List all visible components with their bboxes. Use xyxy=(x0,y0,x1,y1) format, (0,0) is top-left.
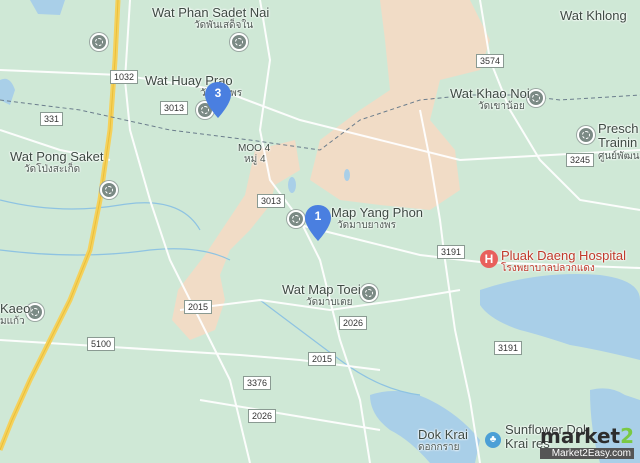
place-label-moo-4[interactable]: MOO 4 หมู่ 4 xyxy=(238,143,270,165)
road-shield: 1032 xyxy=(110,70,139,84)
place-label-wat-phan-sadet-nai[interactable]: Wat Phan Sadet Nai วัดพันเสด็จใน xyxy=(152,5,269,31)
road-shield: 2015 xyxy=(184,300,213,314)
temple-icon[interactable] xyxy=(360,284,378,302)
brand-watermark: market2 Market2Easy.com xyxy=(539,424,634,459)
temple-icon[interactable] xyxy=(230,33,248,51)
place-label-wat-pong-saket[interactable]: Wat Pong Saket วัดโป่งสะเก็ด xyxy=(10,149,103,175)
road-shield: 3574 xyxy=(476,54,505,68)
road-shield: 3013 xyxy=(257,194,286,208)
pond-east xyxy=(344,169,350,181)
road-shield: 3013 xyxy=(160,101,189,115)
road-shield: 2015 xyxy=(308,352,337,366)
resort-icon[interactable]: ♣ xyxy=(485,432,501,448)
place-label-wat-khao-noi[interactable]: Wat Khao Noi วัดเขาน้อย xyxy=(450,86,530,112)
map-pin-icon[interactable]: 3 xyxy=(205,82,233,118)
temple-icon[interactable] xyxy=(577,126,595,144)
map-view[interactable]: Wat Phan Sadet Nai วัดพันเสด็จใน Wat Hua… xyxy=(0,0,640,463)
pond-center xyxy=(288,177,296,193)
road-shield: 3245 xyxy=(566,153,595,167)
temple-icon[interactable] xyxy=(90,33,108,51)
place-label-kaeo[interactable]: Kaeo มแก้ว xyxy=(0,301,30,327)
road-shield: 3191 xyxy=(437,245,466,259)
temple-icon[interactable] xyxy=(100,181,118,199)
road-shield: 3191 xyxy=(494,341,523,355)
map-pin-icon[interactable]: 1 xyxy=(305,205,333,241)
place-label-dok-krai[interactable]: Dok Krai ดอกกราย xyxy=(418,427,468,453)
place-label-wat-map-yang-phon[interactable]: Map Yang Phon วัดมาบยางพร xyxy=(331,205,423,231)
road-shield: 2026 xyxy=(248,409,277,423)
place-label-wat-map-toei[interactable]: Wat Map Toei วัดมาบเตย xyxy=(282,282,361,308)
place-label-pluak-daeng-hospital[interactable]: Pluak Daeng Hospital โรงพยาบาลปลวกแดง xyxy=(501,248,626,274)
place-label-preschool[interactable]: Presch Trainin ศูนย์พัฒนาเด็ก xyxy=(598,121,640,161)
road-shield: 2026 xyxy=(339,316,368,330)
road-shield: 3376 xyxy=(243,376,272,390)
brand-url: Market2Easy.com xyxy=(539,448,634,459)
brand-logo: market2 xyxy=(539,424,634,448)
temple-icon[interactable] xyxy=(287,210,305,228)
place-label-wat-khlong[interactable]: Wat Khlong xyxy=(560,8,627,23)
road-shield: 331 xyxy=(40,112,64,126)
road-shield: 5100 xyxy=(87,337,116,351)
hospital-icon[interactable]: H xyxy=(480,250,498,268)
